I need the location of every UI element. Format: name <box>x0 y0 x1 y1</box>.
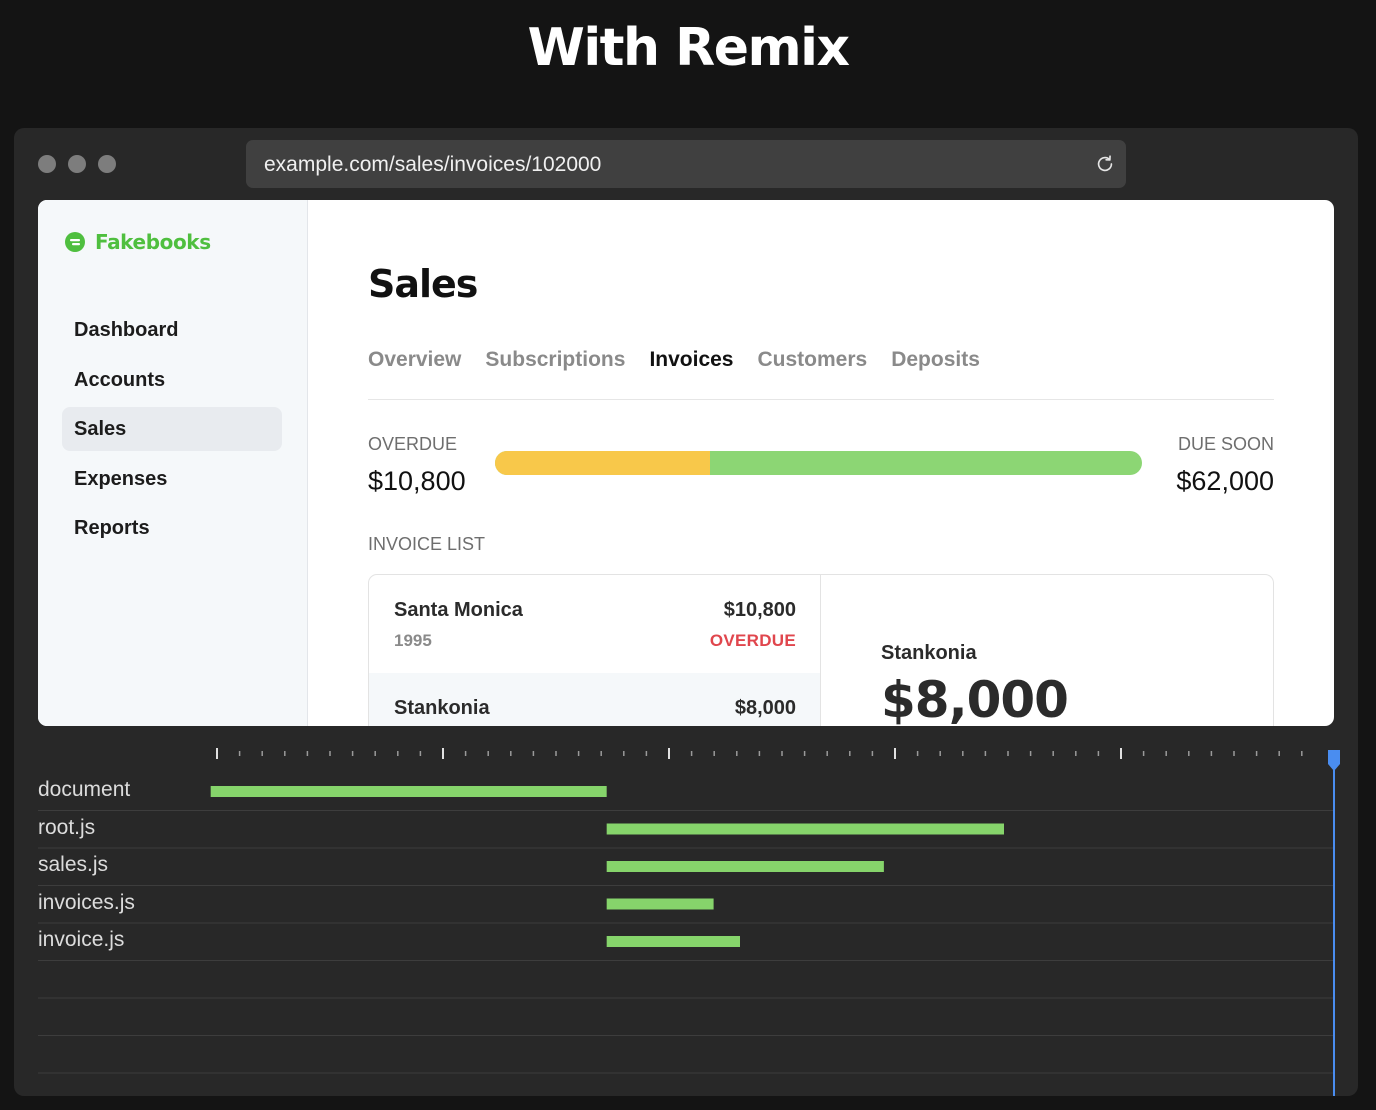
timeline-bar <box>606 898 714 910</box>
page-heading: With Remix <box>527 18 850 78</box>
timeline-row-label: sales.js <box>38 853 109 876</box>
timeline-bar <box>210 786 607 797</box>
timeline-canvas <box>38 748 1340 1096</box>
timeline-bar <box>606 861 884 872</box>
timeline-row-label: document <box>38 778 131 801</box>
timeline-row-label: root.js <box>38 816 96 839</box>
timeline-cursor-handle <box>1328 750 1340 771</box>
timeline-bar <box>606 936 740 947</box>
timeline-bar <box>606 823 1004 835</box>
timeline-row-label: invoice.js <box>38 928 125 951</box>
browser-window: example.com/sales/invoices/102000 Fakebo… <box>14 128 1358 1096</box>
timeline-row-label: invoices.js <box>38 891 135 914</box>
